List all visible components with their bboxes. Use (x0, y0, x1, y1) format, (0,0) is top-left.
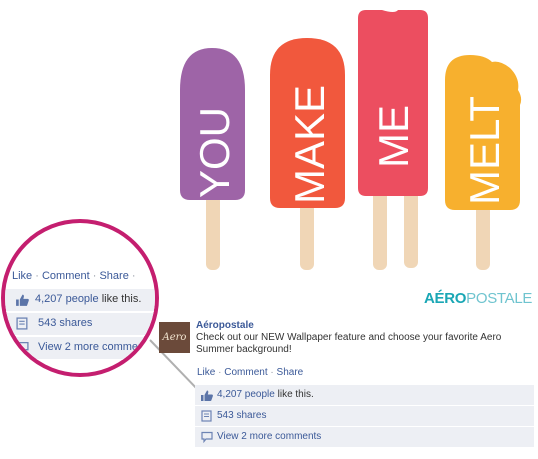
thumbs-up-icon (201, 390, 213, 402)
zoom-shares-bar: 543 shares (5, 313, 155, 336)
shares-bar: 543 shares (195, 406, 534, 427)
zoom-action-separator: · (92, 270, 97, 282)
zoom-thumbs-up-icon (16, 294, 29, 306)
comment-link[interactable]: Comment (224, 367, 267, 378)
zoom-likes-text: 4,207 people like this. (35, 293, 141, 305)
zoom-shares-link[interactable]: 543 shares (38, 317, 92, 329)
likes-text: 4,207 people like this. (217, 389, 314, 400)
zoom-like-link[interactable]: Like (12, 270, 32, 282)
zoom-action-separator: · (35, 270, 39, 282)
zoom-share-link[interactable]: Share (99, 270, 128, 282)
zoom-comment-icon (16, 341, 29, 354)
page-avatar[interactable]: Aero (159, 322, 190, 353)
action-separator: · (218, 367, 222, 378)
zoom-comments-bar: View 2 more comments (5, 337, 155, 360)
page-name-link[interactable]: Aéropostale (196, 320, 254, 331)
likes-count-link[interactable]: 4,207 people (217, 389, 275, 400)
comments-bar: View 2 more comments (195, 427, 534, 448)
zoom-shares-icon (16, 317, 28, 330)
action-separator: · (270, 367, 274, 378)
zoom-likes-count-link[interactable]: 4,207 people (35, 293, 99, 305)
zoom-view-comments-link[interactable]: View 2 more comments (38, 341, 153, 353)
comment-icon (201, 431, 213, 443)
likes-suffix: like this. (277, 389, 314, 400)
likes-bar: 4,207 people like this. (195, 385, 534, 406)
view-comments-link[interactable]: View 2 more comments (217, 431, 321, 442)
zoom-post-actions: Like · Comment · Share · (12, 270, 136, 282)
zoom-likes-bar: 4,207 people like this. (5, 289, 155, 312)
share-link[interactable]: Share (277, 367, 304, 378)
magnifier-circle: Like · Comment · Share · 4,207 people li… (1, 219, 159, 377)
shares-icon (201, 410, 212, 422)
shares-link[interactable]: 543 shares (217, 410, 266, 421)
zoom-action-separator: · (131, 270, 136, 282)
zoom-likes-suffix: like this. (101, 293, 142, 305)
post-message: Check out our NEW Wallpaper feature and … (196, 332, 502, 355)
zoom-comment-link[interactable]: Comment (42, 270, 90, 282)
like-link[interactable]: Like (197, 367, 215, 378)
post-actions: Like · Comment · Share (197, 367, 303, 378)
